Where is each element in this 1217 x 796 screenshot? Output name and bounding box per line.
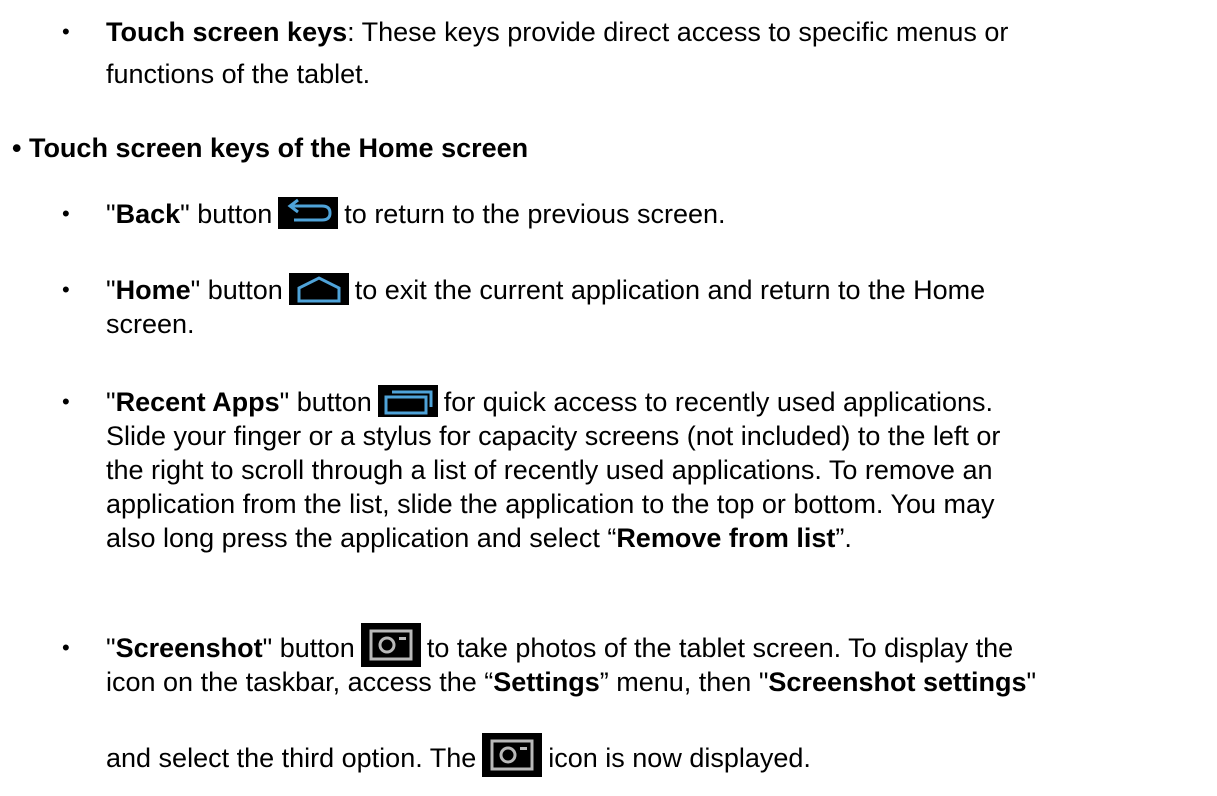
recent-line-5-text: also long press the application and sele… [106, 523, 617, 553]
home-text: to exit the current application and retu… [354, 275, 986, 305]
intro-term: Touch screen keys [106, 17, 348, 47]
screenshot-line-2-text: icon on the taskbar, access the “ [106, 667, 494, 697]
recent-line-3: the right to scroll through a list of re… [106, 455, 993, 485]
bullet: • [62, 201, 70, 226]
button-word: " button [279, 387, 372, 417]
bullet: • [62, 19, 70, 44]
camera-icon [360, 623, 421, 667]
home-text-line-2: screen. [106, 309, 195, 339]
screenshot-line-3-text: and select the third option. The [106, 743, 477, 773]
screenshot-line-2-mid: ” menu, then " [599, 667, 769, 697]
recent-line-2: Slide your finger or a stylus for capaci… [106, 421, 1001, 451]
quote: " [106, 199, 116, 229]
quote: " [106, 275, 116, 305]
screenshot-settings-label: Screenshot settings [768, 667, 1027, 697]
quote: " [106, 387, 116, 417]
list-item-home: "Home" button to exit the current applica… [106, 272, 985, 308]
home-label: Home [115, 275, 191, 305]
quote: " [1026, 667, 1037, 697]
settings-label: Settings [493, 667, 600, 697]
screenshot-label: Screenshot [115, 633, 263, 663]
recent-line-4: application from the list, slide the app… [106, 489, 995, 519]
back-text: to return to the previous screen. [344, 199, 726, 229]
bullet: • [62, 635, 70, 660]
recent-apps-label: Recent Apps [115, 387, 280, 417]
recent-apps-icon [377, 385, 438, 417]
bullet: • [62, 389, 70, 414]
quote: " [106, 633, 116, 663]
list-item-back: "Back" button to return to the previous s… [106, 196, 726, 232]
recent-line-5-end: ”. [835, 523, 852, 553]
home-icon [288, 273, 349, 305]
intro-line-2: functions of the tablet. [106, 59, 371, 89]
screenshot-text: to take photos of the tablet screen. To … [426, 633, 1014, 663]
intro-line-1: Touch screen keys: These keys provide di… [106, 14, 1008, 50]
recent-line-5: also long press the application and sele… [106, 520, 852, 556]
list-item-recent-apps: "Recent Apps" button for quick access to … [106, 384, 993, 420]
button-word: " button [190, 275, 283, 305]
intro-text: : These keys provide direct access to sp… [347, 17, 1009, 47]
camera-icon [482, 733, 543, 777]
back-label: Back [115, 199, 181, 229]
list-item-screenshot: "Screenshot" button to take photos of the… [106, 623, 1014, 667]
section-heading: • Touch screen keys of the Home screen [12, 133, 529, 163]
screenshot-line-3-end: icon is now displayed. [548, 743, 811, 773]
button-word: " button [180, 199, 273, 229]
remove-from-list-label: Remove from list [616, 523, 836, 553]
back-arrow-icon [278, 197, 339, 229]
screenshot-line-3: and select the third option. The icon is … [106, 733, 811, 777]
bullet: • [62, 277, 70, 302]
recent-text: for quick access to recently used applic… [443, 387, 994, 417]
button-word: " button [262, 633, 355, 663]
screenshot-line-2: icon on the taskbar, access the “Setting… [106, 664, 1036, 700]
